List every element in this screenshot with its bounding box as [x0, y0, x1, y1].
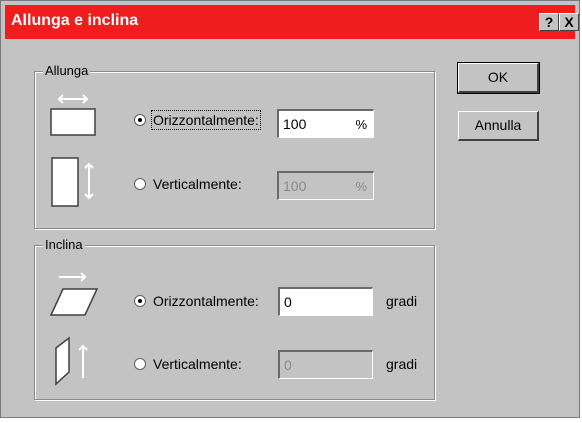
close-button[interactable]: X: [559, 13, 579, 31]
skew-horizontal-input[interactable]: 0: [278, 287, 373, 316]
skew-horizontal-radio[interactable]: [134, 295, 146, 307]
skew-vertical-radio[interactable]: [134, 358, 146, 370]
stretch-vertical-unit: %: [355, 179, 367, 194]
stretch-legend: Allunga: [43, 63, 91, 78]
skew-vertical-value: 0: [284, 357, 292, 373]
help-button[interactable]: ?: [539, 13, 559, 31]
stretch-vertical-input[interactable]: 100 %: [277, 171, 374, 200]
stretch-horizontal-value: 100: [283, 116, 307, 132]
stretch-vertical-label[interactable]: Verticalmente:: [153, 176, 242, 192]
ok-button[interactable]: OK: [457, 62, 540, 94]
window-title: Allunga e inclina: [11, 12, 139, 29]
title-bar[interactable]: Allunga e inclina ? X: [5, 5, 579, 39]
skew-horizontal-unit: gradi: [386, 293, 418, 309]
stretch-horizontal-input[interactable]: 100 %: [277, 109, 374, 138]
skew-vertical-input[interactable]: 0: [278, 350, 373, 379]
skew-horizontal-value: 0: [284, 294, 292, 310]
stretch-vertical-icon: [51, 157, 94, 207]
skew-vertical-icon: [55, 336, 88, 386]
skew-horizontal-icon: [49, 272, 99, 316]
skew-vertical-label[interactable]: Verticalmente:: [153, 356, 242, 372]
stretch-skew-dialog: Allunga e inclina ? X OK Annulla Allunga…: [0, 0, 580, 418]
skew-legend: Inclina: [43, 237, 85, 252]
stretch-vertical-radio[interactable]: [134, 178, 146, 190]
cancel-button[interactable]: Annulla: [458, 111, 539, 141]
stretch-horizontal-radio[interactable]: [134, 114, 146, 126]
skew-vertical-unit: gradi: [386, 356, 418, 372]
skew-horizontal-label[interactable]: Orizzontalmente:: [153, 293, 259, 309]
stretch-horizontal-icon: [50, 94, 96, 136]
stretch-horizontal-label[interactable]: Orizzontalmente:: [151, 110, 261, 130]
stretch-horizontal-unit: %: [355, 117, 367, 132]
stretch-vertical-value: 100: [283, 178, 307, 194]
